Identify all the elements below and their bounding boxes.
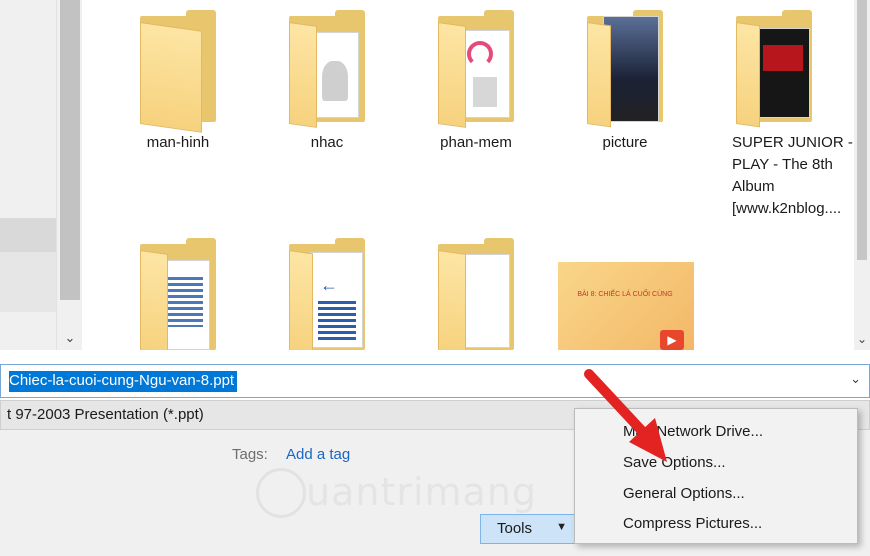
chevron-down-icon[interactable]: ⌄ xyxy=(850,371,861,387)
nav-scrollbar-thumb[interactable] xyxy=(60,0,80,300)
watermark-logo-icon xyxy=(256,468,306,518)
folder-label: nhac xyxy=(310,134,344,151)
folder-item[interactable] xyxy=(406,234,546,350)
folder-item[interactable]: SUPER JUNIOR - PLAY - The 8th Album [www… xyxy=(704,6,853,220)
tags-label: Tags: xyxy=(232,446,268,463)
ppt-thumbnail[interactable]: BÀI 8: CHIẾC LÁ CUỐI CÙNG ▶ xyxy=(558,262,694,350)
scroll-down-icon[interactable]: ⌄ xyxy=(57,330,83,346)
folder-label: man-hinh xyxy=(146,134,210,151)
folder-item[interactable]: phan-mem xyxy=(406,6,546,154)
file-list: man-hinh nhac phan-mem picture SUPER JUN… xyxy=(82,0,854,350)
folder-label: phan-mem xyxy=(440,134,512,151)
folder-icon xyxy=(434,6,518,128)
file-name-field[interactable]: Chiec-la-cuoi-cung-Ngu-van-8.ppt ⌄ xyxy=(0,364,870,398)
watermark-text: uantrimang xyxy=(306,470,538,514)
thumbnail-title: BÀI 8: CHIẾC LÁ CUỐI CÙNG xyxy=(577,291,673,298)
nav-item[interactable] xyxy=(0,252,56,312)
nav-strip xyxy=(0,0,56,350)
folder-icon xyxy=(583,6,667,128)
file-scrollbar-thumb[interactable] xyxy=(857,0,867,260)
add-tag-link[interactable]: Add a tag xyxy=(286,446,350,463)
file-name-value[interactable]: Chiec-la-cuoi-cung-Ngu-van-8.ppt xyxy=(9,371,238,392)
powerpoint-icon: ▶ xyxy=(660,330,684,350)
folder-icon xyxy=(434,234,518,350)
menu-item-general-options[interactable]: General Options... xyxy=(623,485,745,502)
folder-item[interactable]: ← xyxy=(257,234,397,350)
save-as-type-value: t 97-2003 Presentation (*.ppt) xyxy=(7,406,204,423)
folder-item[interactable]: nhac xyxy=(257,6,397,154)
nav-item-selected[interactable] xyxy=(0,218,56,252)
file-scrollbar[interactable]: ⌄ xyxy=(854,0,870,350)
scroll-down-icon[interactable]: ⌄ xyxy=(854,332,870,346)
folder-icon xyxy=(285,6,369,128)
folder-icon xyxy=(136,234,220,350)
folder-item[interactable] xyxy=(108,234,248,350)
folder-label: SUPER JUNIOR - PLAY - The 8th Album [www… xyxy=(732,134,853,217)
red-pointer-arrow-icon xyxy=(584,369,667,462)
folder-icon xyxy=(136,6,220,133)
tools-button[interactable]: Tools ▼ xyxy=(480,514,576,544)
tools-button-label: Tools xyxy=(497,520,533,537)
folder-item[interactable]: picture xyxy=(555,6,695,154)
nav-scrollbar[interactable]: ⌄ xyxy=(56,0,82,350)
folder-label: picture xyxy=(602,134,648,151)
navigation-pane: ⌄ xyxy=(0,0,82,350)
folder-item[interactable]: man-hinh xyxy=(108,6,248,154)
dropdown-arrow-icon: ▼ xyxy=(556,521,567,533)
menu-item-compress-pictures[interactable]: Compress Pictures... xyxy=(623,515,762,532)
folder-icon xyxy=(732,6,816,128)
folder-icon: ← xyxy=(285,234,369,350)
